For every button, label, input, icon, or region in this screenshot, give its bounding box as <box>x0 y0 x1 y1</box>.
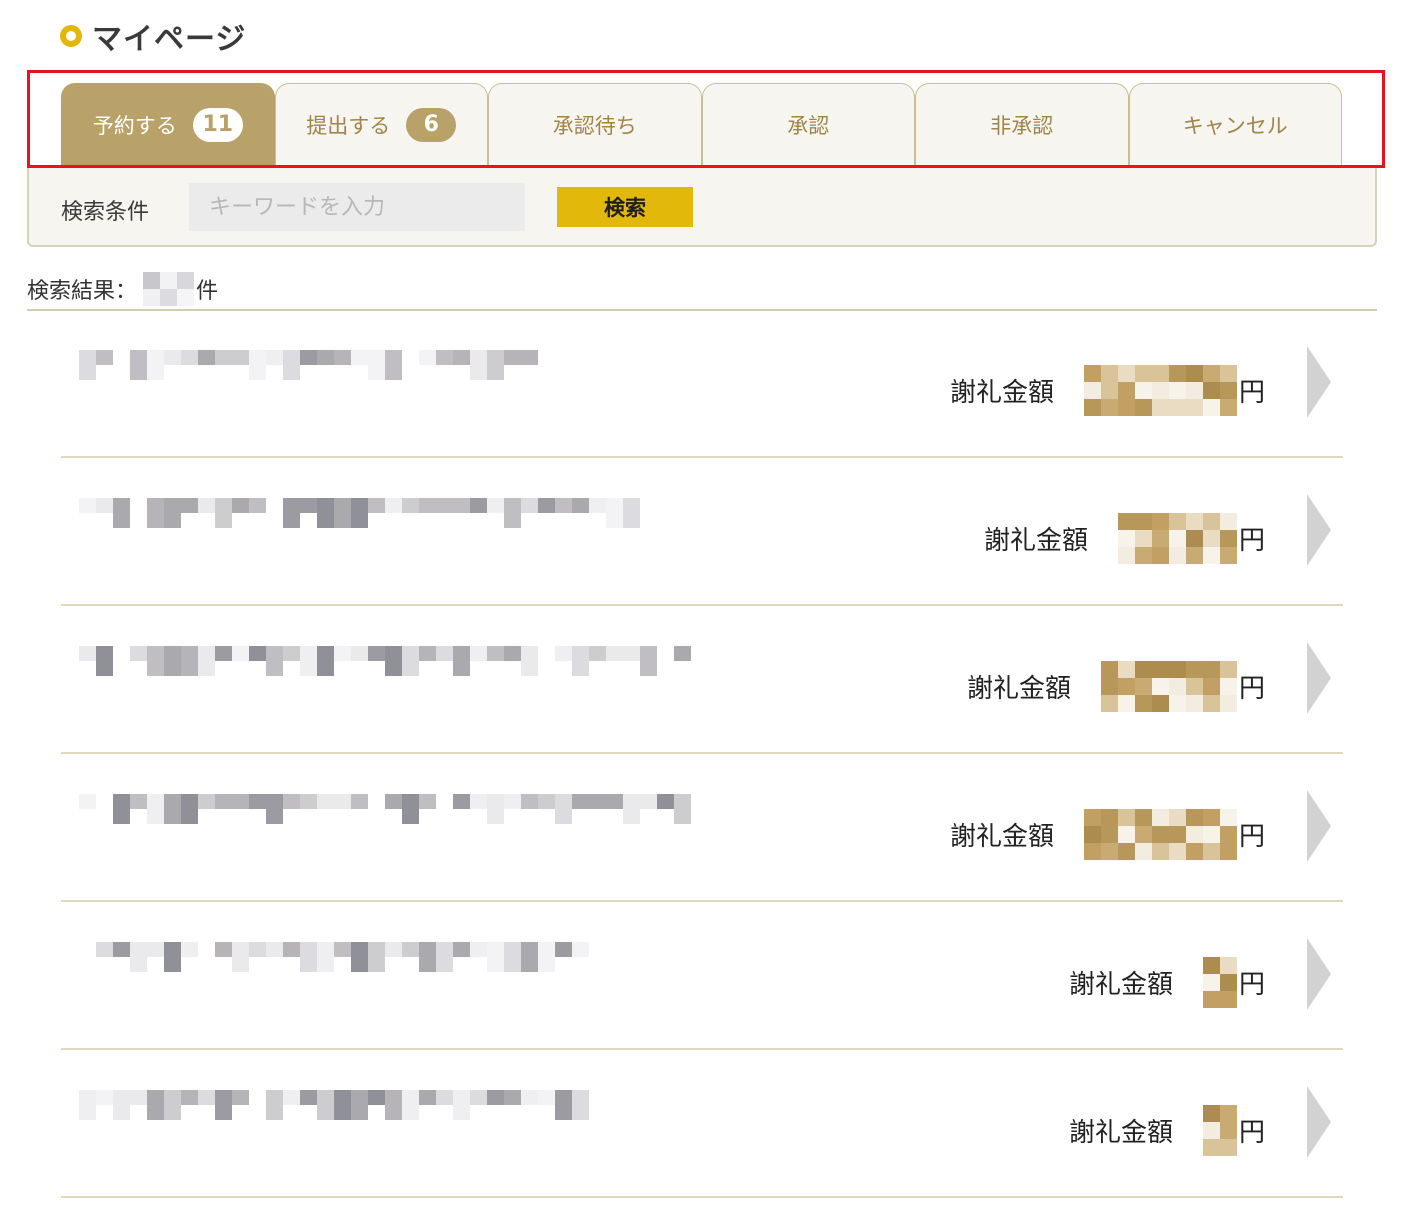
currency-unit: 円 <box>1238 1117 1265 1148</box>
redacted-amount <box>1202 956 1237 1008</box>
currency-unit: 円 <box>1238 969 1265 1000</box>
result-count-suffix: 件 <box>196 279 219 304</box>
redacted-title <box>79 646 691 676</box>
tab-approved[interactable]: 承認 <box>701 83 915 165</box>
redacted-title <box>79 498 640 528</box>
reward-amount: 謝礼金額 円 <box>967 646 1265 726</box>
count-badge: 11 <box>192 107 243 142</box>
reward-label: 謝礼金額 <box>983 525 1088 556</box>
redacted-count <box>143 272 195 306</box>
reward-label: 謝礼金額 <box>1068 1117 1173 1148</box>
chevron-right-icon <box>1307 938 1331 1010</box>
search-panel: 検索条件 検索 <box>27 168 1377 247</box>
chevron-right-icon <box>1307 346 1331 418</box>
result-list: 謝礼金額 円 謝礼金額 円 謝礼金額 円 謝礼金額 円 謝礼金額 円 謝礼金額 … <box>61 310 1343 1198</box>
redacted-title <box>79 350 538 380</box>
chevron-right-icon <box>1307 494 1331 566</box>
tab-label: キャンセル <box>1182 113 1288 138</box>
page-title-text: マイページ <box>92 22 247 57</box>
currency-unit: 円 <box>1238 821 1265 852</box>
currency-unit: 円 <box>1238 525 1265 556</box>
search-label: 検索条件 <box>61 200 150 225</box>
result-row[interactable]: 謝礼金額 円 <box>61 310 1343 458</box>
currency-unit: 円 <box>1238 377 1265 408</box>
tab-label: 提出する <box>306 113 391 138</box>
result-row[interactable]: 謝礼金額 円 <box>61 902 1343 1050</box>
reward-label: 謝礼金額 <box>1068 969 1173 1000</box>
reward-amount: 謝礼金額 円 <box>950 794 1265 874</box>
reward-amount: 謝礼金額 円 <box>1069 1090 1265 1170</box>
tab-cancelled[interactable]: キャンセル <box>1128 83 1342 165</box>
redacted-title <box>79 942 589 972</box>
result-count-prefix: 検索結果： <box>27 279 138 304</box>
redacted-title <box>79 1090 589 1120</box>
tab-label: 予約する <box>92 113 177 138</box>
reward-amount: 謝礼金額 円 <box>1069 942 1265 1022</box>
result-row[interactable]: 謝礼金額 円 <box>61 606 1343 754</box>
redacted-amount <box>1117 512 1237 564</box>
page-title: マイページ <box>60 14 246 58</box>
chevron-right-icon <box>1307 642 1331 714</box>
tab-rejected[interactable]: 非承認 <box>915 83 1129 165</box>
search-button[interactable]: 検索 <box>557 187 693 227</box>
circle-icon <box>60 25 82 47</box>
redacted-amount <box>1083 808 1237 860</box>
redacted-amount <box>1202 1104 1237 1156</box>
redacted-amount <box>1100 660 1237 712</box>
reward-amount: 謝礼金額 円 <box>984 498 1265 578</box>
result-count: 検索結果： 件 <box>27 272 218 306</box>
search-input[interactable] <box>189 183 525 231</box>
tab-label: 非承認 <box>990 113 1054 138</box>
currency-unit: 円 <box>1238 673 1265 704</box>
count-badge: 6 <box>406 107 457 142</box>
tab-reserve[interactable]: 予約する 11 <box>61 83 275 165</box>
redacted-title <box>79 794 691 824</box>
reward-label: 謝礼金額 <box>966 673 1071 704</box>
chevron-right-icon <box>1307 790 1331 862</box>
chevron-right-icon <box>1307 1086 1331 1158</box>
status-tabs: 予約する 11 提出する 6 承認待ち 承認 非承認 キャンセル <box>61 83 1342 165</box>
tab-label: 承認 <box>787 113 830 138</box>
result-row[interactable]: 謝礼金額 円 <box>61 1050 1343 1198</box>
reward-label: 謝礼金額 <box>949 377 1054 408</box>
reward-amount: 謝礼金額 円 <box>950 350 1265 430</box>
result-row[interactable]: 謝礼金額 円 <box>61 458 1343 606</box>
tab-label: 承認待ち <box>552 113 637 138</box>
tab-pending-approval[interactable]: 承認待ち <box>488 83 702 165</box>
reward-label: 謝礼金額 <box>949 821 1054 852</box>
result-row[interactable]: 謝礼金額 円 <box>61 754 1343 902</box>
redacted-amount <box>1083 364 1237 416</box>
tab-submit[interactable]: 提出する 6 <box>274 83 488 165</box>
